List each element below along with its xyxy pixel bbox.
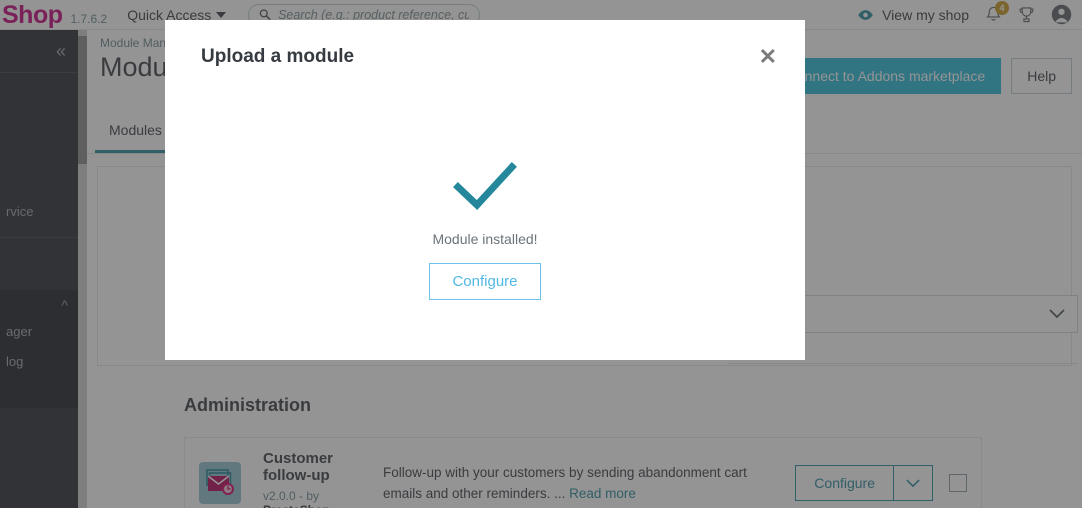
modal-title: Upload a module [201,45,355,67]
check-icon [453,162,517,210]
upload-module-modal: Upload a module ✕ Module installed! Conf… [165,20,805,360]
close-icon[interactable]: ✕ [759,45,777,68]
modal-configure-button[interactable]: Configure [429,263,541,300]
app-root: Shop 1.7.6.2 Quick Access View my shop [0,0,1082,508]
modal-body: Module installed! Configure [165,93,805,360]
modal-header: Upload a module ✕ [165,20,805,93]
module-installed-text: Module installed! [432,231,538,247]
success-check [453,161,517,211]
